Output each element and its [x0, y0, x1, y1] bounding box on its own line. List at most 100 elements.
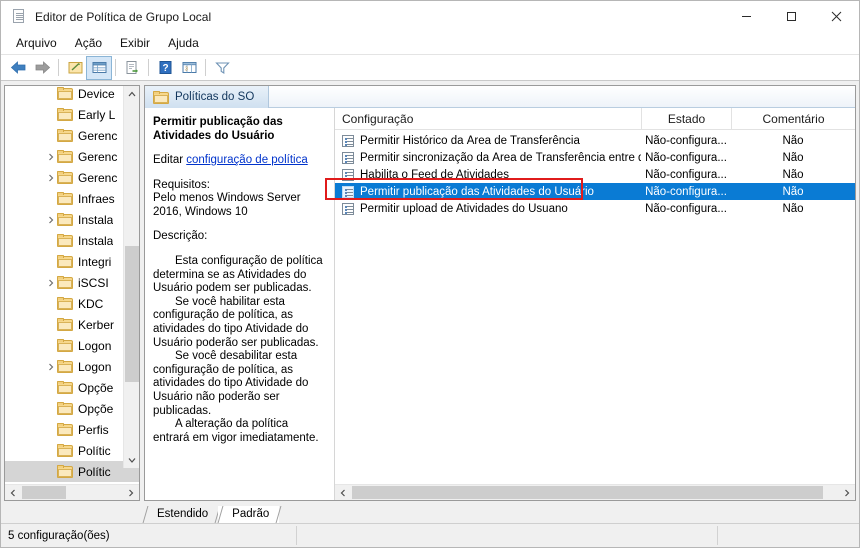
list-scroll-right-icon[interactable] [839, 485, 855, 500]
tree-item[interactable]: Logon [5, 335, 139, 356]
tree-item[interactable]: iSCSI [5, 272, 139, 293]
table-row[interactable]: Permitir Histórico da Área de Transferên… [335, 132, 855, 149]
chevron-right-icon[interactable] [45, 356, 56, 377]
tree-item-label: Device [78, 86, 115, 101]
list-horizontal-scrollbar[interactable] [335, 484, 855, 500]
scroll-left-icon[interactable] [5, 485, 21, 500]
cell-comentario: Não [782, 185, 804, 198]
tab-estendido[interactable]: Estendido [143, 506, 218, 523]
tree-list: AuditaCacheChamaCOM DComplCotas DelegaDe… [5, 86, 139, 482]
cell-estado: Não-configura... [645, 202, 727, 215]
folder-icon [57, 339, 73, 352]
column-estado[interactable]: Estado [641, 108, 731, 129]
tree-item-label: Instala [78, 233, 114, 248]
column-configuracao[interactable]: Configuração [335, 108, 641, 129]
tree-item[interactable]: Kerber [5, 314, 139, 335]
menu-arquivo[interactable]: Arquivo [7, 33, 66, 54]
filter-icon[interactable] [210, 57, 234, 79]
export-list-icon[interactable] [120, 57, 144, 79]
cell-configuracao-text: Habilita o Feed de Atividades [360, 168, 509, 181]
cell-estado: Não-configura... [645, 185, 727, 198]
tree-item[interactable]: Integri [5, 251, 139, 272]
minimize-button[interactable] [724, 1, 769, 32]
folder-icon [57, 108, 73, 121]
list-scroll-left-icon[interactable] [335, 485, 351, 500]
tree-item[interactable]: KDC [5, 293, 139, 314]
tree-item-label: Logon [78, 359, 112, 374]
close-button[interactable] [814, 1, 859, 32]
tree-item-label: Polític [78, 443, 111, 458]
list-column-headers: Configuração Estado Comentário [335, 108, 855, 130]
title-bar: Editor de Política de Grupo Local [1, 1, 859, 32]
status-separator [717, 526, 718, 545]
tree-item[interactable]: Infraes [5, 188, 139, 209]
tree-item[interactable]: Early L [5, 104, 139, 125]
show-hide-tree-icon[interactable] [86, 55, 112, 80]
scroll-up-icon[interactable] [124, 86, 139, 102]
tree-item-label: Polític [78, 464, 111, 479]
tree-item[interactable]: Instala [5, 230, 139, 251]
maximize-button[interactable] [769, 1, 814, 32]
svg-text:3: 3 [185, 67, 188, 73]
chevron-right-icon[interactable] [45, 209, 56, 230]
tree-item[interactable]: Opçõe [5, 398, 139, 419]
tree-vertical-scrollbar[interactable] [123, 86, 139, 468]
tree-item[interactable]: Device [5, 86, 139, 104]
edit-policy-link[interactable]: configuração de política [186, 154, 307, 166]
table-row[interactable]: Permitir upload de Atividades do Usuano N… [335, 200, 855, 217]
main-body: AuditaCacheChamaCOM DComplCotas DelegaDe… [1, 81, 859, 502]
description-paragraph: Esta configuração de política determina … [153, 254, 323, 295]
tree-item[interactable]: Polític [5, 440, 139, 461]
tree-item-label: Integri [78, 254, 112, 269]
tree-item[interactable]: Opçõe [5, 377, 139, 398]
forward-icon[interactable] [30, 57, 54, 79]
panes: Permitir publicação das Atividades do Us… [145, 108, 855, 500]
tree-item[interactable]: Instala [5, 209, 139, 230]
group-policy-editor-window: Editor de Política de Grupo Local Arquiv… [0, 0, 860, 548]
view-icon[interactable]: 3 [177, 57, 201, 79]
menu-ajuda[interactable]: Ajuda [159, 33, 208, 54]
cell-configuracao-text: Permitir publicação das Atividades do Us… [360, 185, 594, 198]
table-row[interactable]: Habilita o Feed de Atividades Não-configu… [335, 166, 855, 183]
scroll-right-icon[interactable] [123, 485, 139, 500]
column-comentario[interactable]: Comentário [731, 108, 855, 129]
menu-exibir[interactable]: Exibir [111, 33, 159, 54]
table-row[interactable]: Permitir sincronização da Área de Transf… [335, 149, 855, 166]
tree-item-label: Perfis [78, 422, 109, 437]
tree-scroll-thumb[interactable] [125, 246, 139, 382]
list-hscroll-thumb[interactable] [352, 486, 823, 499]
toolbar-separator [115, 59, 116, 76]
chevron-right-icon[interactable] [45, 146, 56, 167]
tree-horizontal-scrollbar[interactable] [5, 484, 139, 500]
chevron-right-icon[interactable] [45, 167, 56, 188]
scroll-down-icon[interactable] [124, 452, 139, 468]
tree-item-label: Early L [78, 107, 116, 122]
tree-item[interactable]: Polític [5, 461, 139, 482]
back-icon[interactable] [6, 57, 30, 79]
tab-padrao[interactable]: Padrão [218, 506, 280, 523]
toolbar-separator [58, 59, 59, 76]
status-separator [296, 526, 297, 545]
cell-comentario: Não [782, 151, 804, 164]
tree-item[interactable]: Logon [5, 356, 139, 377]
up-folder-icon[interactable] [63, 57, 87, 79]
description-paragraphs: Esta configuração de política determina … [153, 255, 326, 445]
table-row[interactable]: Permitir publicação das Atividades do Us… [335, 183, 855, 200]
tree-item-label: KDC [78, 296, 104, 311]
folder-icon [57, 255, 73, 268]
policy-setting-icon [342, 185, 354, 198]
tree-scroll-area: AuditaCacheChamaCOM DComplCotas DelegaDe… [5, 86, 139, 484]
node-header-tab[interactable]: Políticas do SO [145, 86, 270, 108]
help-icon[interactable]: ? [153, 57, 177, 79]
tree-item-label: Gerenc [78, 128, 118, 143]
chevron-right-icon[interactable] [45, 272, 56, 293]
tree-item[interactable]: Gerenc [5, 125, 139, 146]
tree-item[interactable]: Perfis [5, 419, 139, 440]
tree-item-label: Kerber [78, 317, 115, 332]
tree-item-label: iSCSI [78, 275, 109, 290]
tree-item[interactable]: Gerenc [5, 146, 139, 167]
content-pane: Políticas do SO Permitir publicação das … [144, 85, 856, 501]
tree-item[interactable]: Gerenc [5, 167, 139, 188]
tree-hscroll-thumb[interactable] [22, 486, 66, 499]
menu-acao[interactable]: Ação [66, 33, 111, 54]
